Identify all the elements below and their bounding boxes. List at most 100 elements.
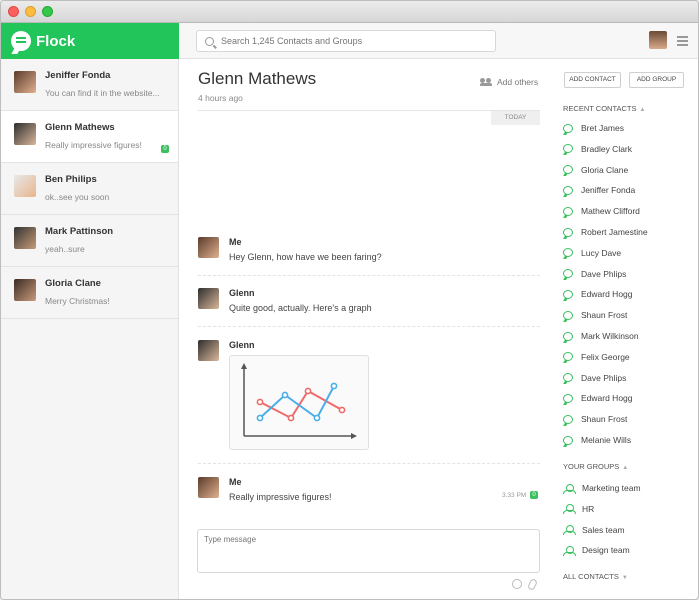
recent-contact-item[interactable]: Lucy Dave: [563, 248, 621, 258]
conversation-preview: Really impressive figures!: [45, 140, 142, 150]
chat-bubble-icon: [563, 352, 573, 362]
recent-contact-item[interactable]: Melanie Wills: [563, 435, 631, 445]
message-separator: [198, 463, 540, 464]
recent-contact-item[interactable]: Dave Phlips: [563, 373, 626, 383]
conversation-item[interactable]: Gloria Clane Merry Christmas!: [1, 267, 178, 319]
conversation-name: Ben Philips: [45, 174, 97, 185]
contacts-panel: ADD CONTACT ADD GROUP RECENT CONTACTS ▲ B…: [551, 59, 698, 599]
group-name: Sales team: [582, 524, 625, 535]
groups-header[interactable]: YOUR GROUPS ▲: [563, 462, 628, 471]
graph-blue-line: [259, 385, 335, 420]
message-sender: Me: [229, 477, 242, 487]
conversation-preview: yeah..sure: [45, 244, 85, 254]
delivered-icon: 0: [530, 491, 538, 499]
chat-bubble-icon: [563, 185, 573, 195]
contact-name: Mathew Clifford: [581, 206, 640, 217]
conversation-item[interactable]: Jeniffer Fonda You can find it in the we…: [1, 59, 178, 111]
recent-contact-item[interactable]: Robert Jamestine: [563, 227, 648, 237]
conversation-item-active[interactable]: Glenn Mathews Really impressive figures!…: [1, 111, 178, 163]
user-avatar[interactable]: [649, 31, 667, 49]
message-sender: Me: [229, 237, 242, 247]
add-others-button[interactable]: Add others: [480, 77, 538, 87]
add-contact-button[interactable]: ADD CONTACT: [564, 72, 621, 88]
avatar: [198, 340, 219, 361]
recent-contact-item[interactable]: Gloria Clane: [563, 165, 628, 175]
conversation-item[interactable]: Mark Pattinson yeah..sure: [1, 215, 178, 267]
emoji-icon[interactable]: [512, 579, 522, 589]
close-window-button[interactable]: [8, 6, 19, 17]
all-contacts-header[interactable]: ALL CONTACTS ▼: [563, 572, 628, 581]
chat-bubble-icon: [563, 206, 573, 216]
zoom-window-button[interactable]: [42, 6, 53, 17]
contact-name: Edward Hogg: [581, 289, 633, 300]
add-group-button[interactable]: ADD GROUP: [629, 72, 684, 88]
conversation-name: Glenn Mathews: [45, 122, 115, 133]
chat-panel: Glenn Mathews 4 hours ago Add others TOD…: [180, 59, 550, 599]
group-item[interactable]: Marketing team: [563, 483, 641, 494]
unread-badge: 0: [161, 145, 169, 153]
minimize-window-button[interactable]: [25, 6, 36, 17]
group-item[interactable]: Design team: [563, 545, 630, 556]
menu-icon[interactable]: [677, 36, 688, 38]
recent-contact-item[interactable]: Edward Hogg: [563, 393, 633, 403]
graph-attachment[interactable]: [229, 355, 369, 450]
avatar: [14, 123, 36, 145]
graph-red-point: [256, 398, 264, 406]
conversation-name: Gloria Clane: [45, 278, 101, 289]
recent-contact-item[interactable]: Mathew Clifford: [563, 206, 640, 216]
contact-name: Shaun Frost: [581, 414, 628, 425]
conversation-name: Mark Pattinson: [45, 226, 114, 237]
message-sender: Glenn: [229, 340, 255, 350]
chat-bubble-icon: [563, 393, 573, 403]
group-name: HR: [582, 503, 595, 514]
message-composer[interactable]: [197, 529, 540, 573]
recent-contact-item[interactable]: Shaun Frost: [563, 414, 627, 424]
recent-contact-item[interactable]: Dave Phlips: [563, 269, 626, 279]
brand-name: Flock: [36, 32, 76, 50]
day-divider: [198, 110, 540, 111]
message-text: Hey Glenn, how have we been faring?: [229, 252, 382, 262]
contact-name: Shaun Frost: [581, 310, 628, 321]
group-item[interactable]: Sales team: [563, 524, 625, 536]
contact-name: Lucy Dave: [581, 247, 622, 258]
contact-name: Gloria Clane: [581, 164, 629, 175]
contact-name: Bret James: [581, 123, 624, 133]
graph-blue-point: [256, 414, 264, 422]
search-box[interactable]: [196, 30, 496, 52]
recent-contact-item[interactable]: Shaun Frost: [563, 310, 627, 320]
group-item[interactable]: HR: [563, 503, 595, 515]
recent-contact-item[interactable]: Jeniffer Fonda: [563, 185, 635, 195]
conversation-preview: Merry Christmas!: [45, 296, 110, 306]
conversation-item[interactable]: Ben Philips ok..see you soon: [1, 163, 178, 215]
attachment-icon[interactable]: [527, 578, 538, 591]
groups-label: YOUR GROUPS: [563, 462, 620, 471]
recent-contact-item[interactable]: Edward Hogg: [563, 289, 633, 299]
brand-header: Flock: [1, 23, 179, 59]
graph-blue-point: [281, 391, 289, 399]
search-input[interactable]: [221, 36, 481, 46]
conversation-preview: ok..see you soon: [45, 192, 110, 202]
recent-contact-item[interactable]: Felix George: [563, 352, 630, 362]
recent-contacts-label: RECENT CONTACTS: [563, 104, 637, 113]
group-icon: [563, 545, 576, 556]
recent-contact-item[interactable]: Bradley Clark: [563, 144, 632, 154]
avatar: [198, 237, 219, 258]
group-icon: [563, 504, 576, 515]
avatar: [14, 279, 36, 301]
graph-y-arrow: [241, 363, 247, 369]
contact-name: Edward Hogg: [581, 393, 633, 404]
chat-bubble-icon: [563, 227, 573, 237]
message-separator: [198, 326, 540, 327]
chat-bubble-icon: [563, 144, 573, 154]
recent-contact-item[interactable]: Mark Wilkinson: [563, 331, 639, 341]
chat-bubble-icon: [563, 435, 573, 445]
group-icon: [563, 525, 576, 536]
recent-contacts-header[interactable]: RECENT CONTACTS ▲: [563, 104, 645, 113]
chat-bubble-icon: [563, 165, 573, 175]
group-name: Marketing team: [582, 483, 641, 493]
message-input[interactable]: [204, 535, 533, 567]
graph-red-point: [287, 414, 295, 422]
flock-logo-icon: [11, 31, 31, 51]
recent-contact-item[interactable]: Bret James: [563, 123, 624, 133]
window-titlebar: [1, 1, 698, 23]
